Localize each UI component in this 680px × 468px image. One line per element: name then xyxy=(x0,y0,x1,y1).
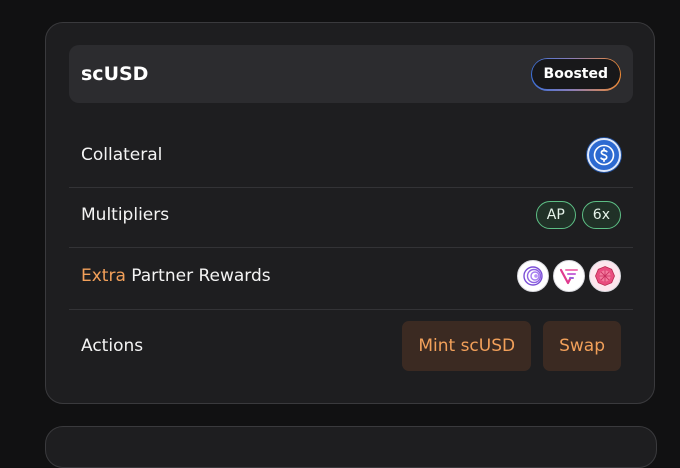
partner-wave-icon[interactable] xyxy=(553,260,585,292)
multipliers-row: Multipliers AP 6x xyxy=(69,191,633,239)
divider xyxy=(69,187,633,188)
divider xyxy=(69,247,633,248)
dollar-icon xyxy=(593,144,615,166)
partner-spiral-icon[interactable] xyxy=(517,260,549,292)
swap-button[interactable]: Swap xyxy=(543,321,621,371)
partner-rewards-row: Extra Partner Rewards xyxy=(69,252,633,300)
multipliers-label: Multipliers xyxy=(81,205,170,225)
actions-row: Actions Mint scUSD Swap xyxy=(69,321,633,371)
divider xyxy=(69,309,633,310)
collateral-row: Collateral xyxy=(69,131,633,179)
partner-gem-icon[interactable] xyxy=(589,260,621,292)
actions-label: Actions xyxy=(81,336,144,356)
multiplier-pill-6x: 6x xyxy=(581,201,621,229)
extra-accent-label: Extra xyxy=(81,266,126,286)
action-buttons: Mint scUSD Swap xyxy=(402,321,621,371)
partner-rewards-text: Partner Rewards xyxy=(125,266,271,286)
next-card xyxy=(45,426,657,468)
boosted-badge-label: Boosted xyxy=(543,66,608,82)
card-header: scUSD Boosted xyxy=(69,45,633,103)
token-title: scUSD xyxy=(81,63,149,85)
partner-icons xyxy=(517,260,621,292)
multiplier-pills: AP 6x xyxy=(535,201,621,229)
collateral-label: Collateral xyxy=(81,145,163,165)
scusd-card: scUSD Boosted Collateral Multipliers AP … xyxy=(45,22,655,404)
usdc-coin-icon xyxy=(587,138,621,172)
boosted-badge: Boosted xyxy=(530,57,621,91)
multiplier-pill-ap: AP xyxy=(535,201,576,229)
mint-scusd-button[interactable]: Mint scUSD xyxy=(402,321,532,371)
partner-rewards-label: Extra Partner Rewards xyxy=(81,266,271,286)
